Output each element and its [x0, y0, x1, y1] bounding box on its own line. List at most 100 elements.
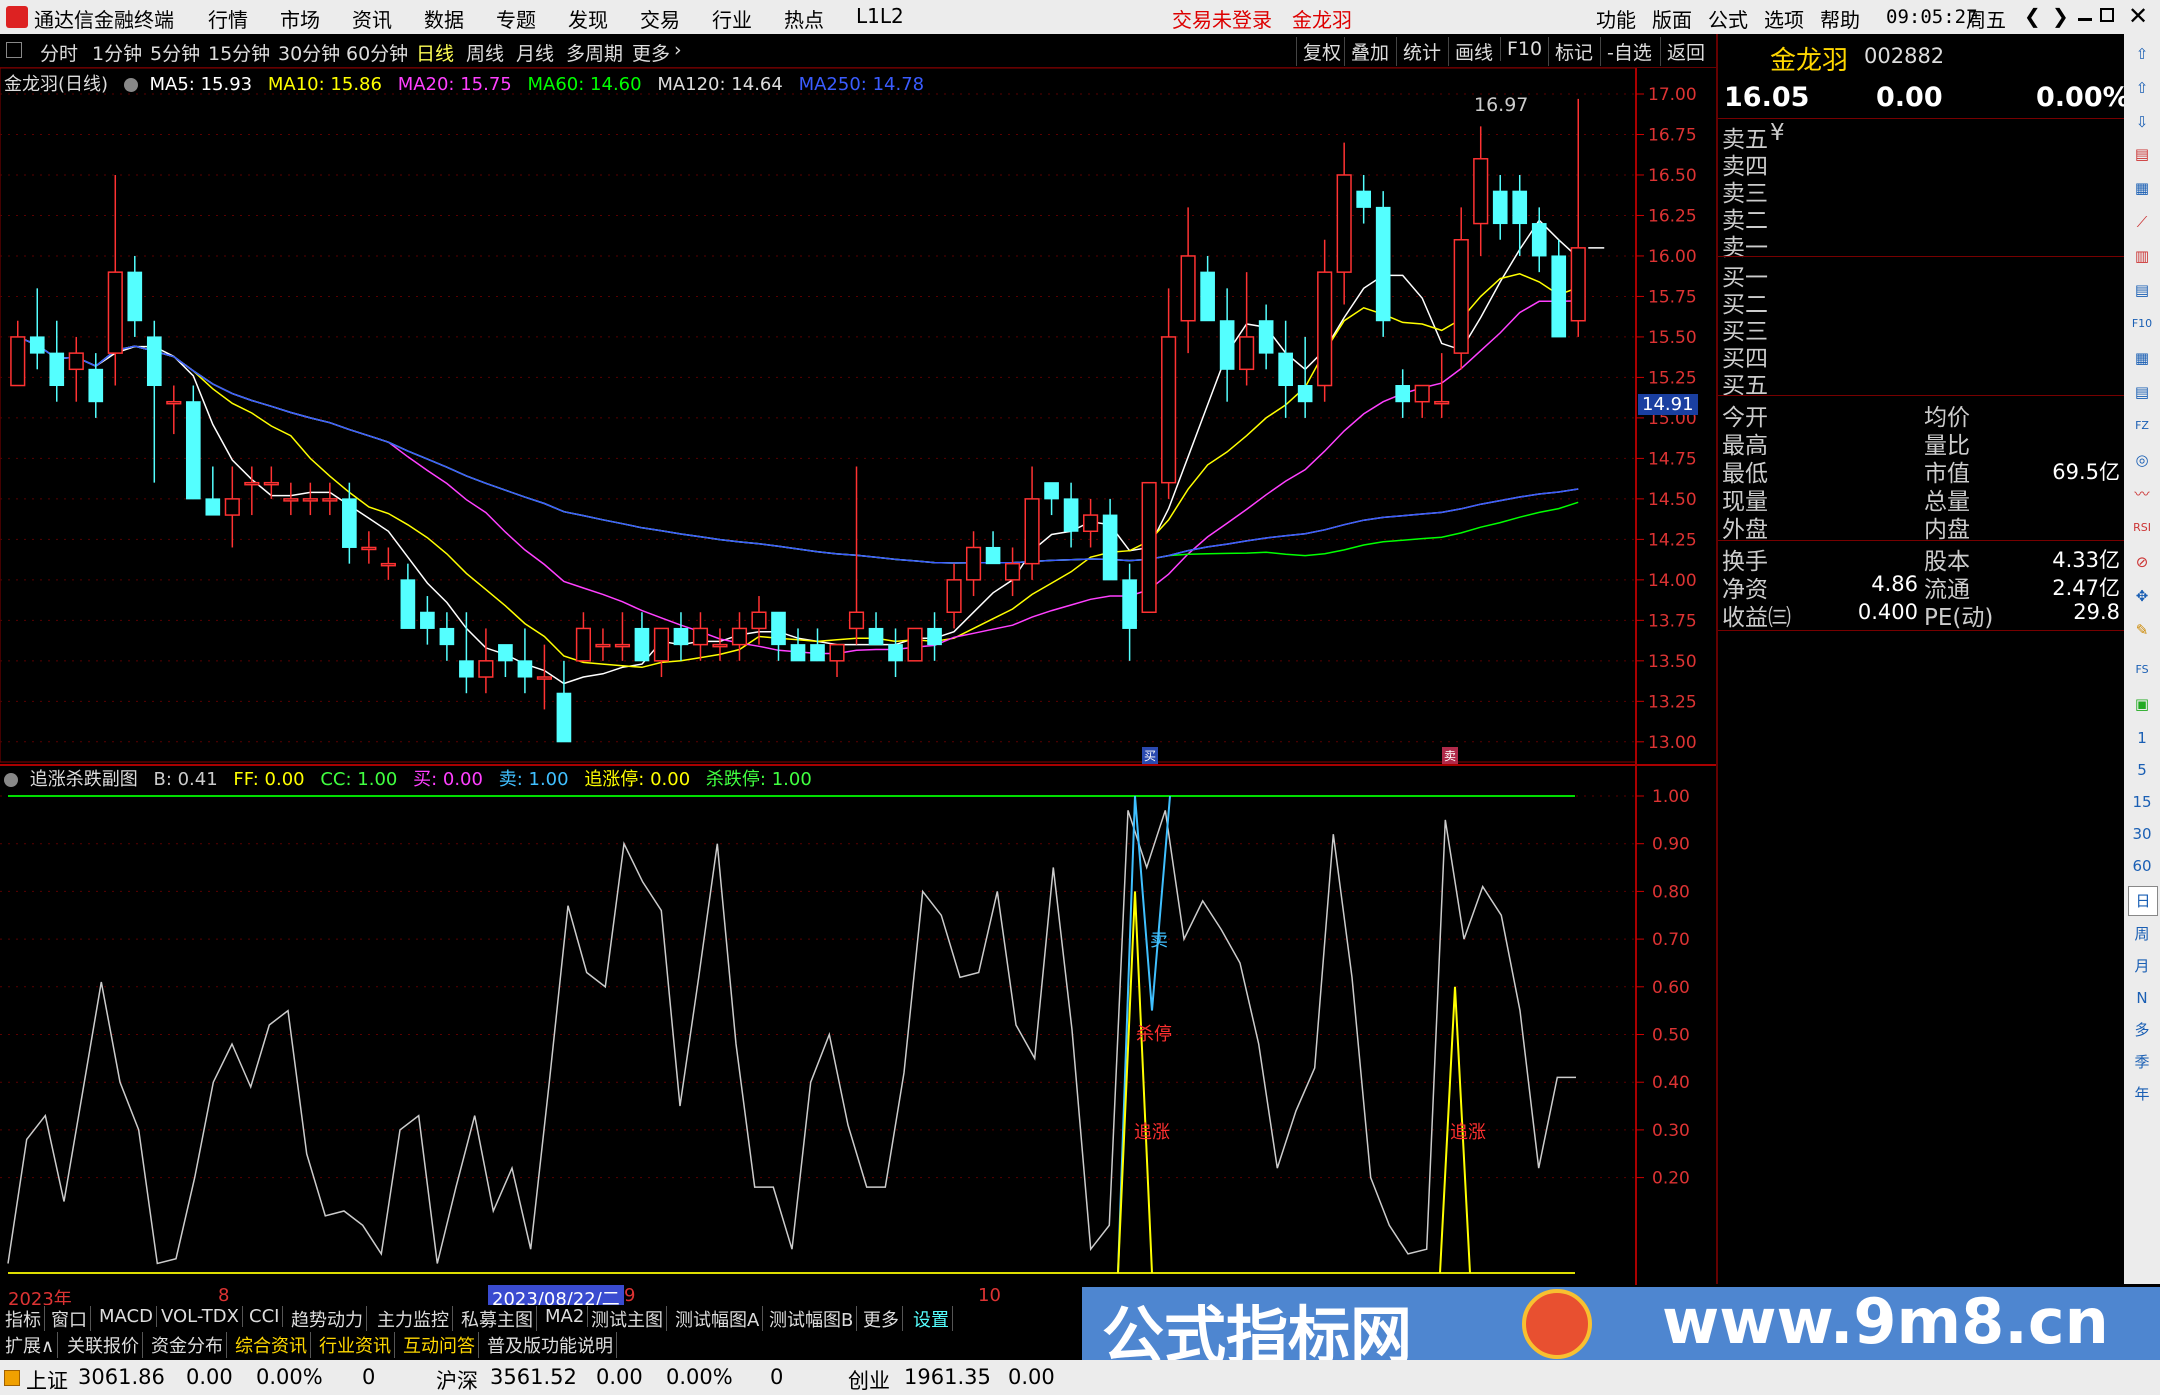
tool-self-select[interactable]: -自选 — [1600, 37, 1658, 66]
tool-overlay[interactable]: 叠加 — [1344, 37, 1395, 66]
arrow-up2-icon[interactable]: ⇧ — [2128, 74, 2156, 102]
menu-item-formula[interactable]: 公式 — [1708, 4, 1748, 33]
tool-statistics[interactable]: 统计 — [1396, 37, 1447, 66]
tool-mark[interactable]: 标记 — [1548, 37, 1599, 66]
tab-cci[interactable]: CCI — [246, 1306, 284, 1327]
login-status[interactable]: 交易未登录 — [1172, 4, 1272, 33]
tab-industry-news[interactable]: 行业资讯 — [316, 1332, 395, 1358]
nav-back-icon[interactable]: ❮ — [2024, 4, 2041, 28]
pencil-icon[interactable]: ✎ — [2128, 616, 2156, 644]
period-5[interactable]: 5 — [2128, 756, 2156, 784]
period-year[interactable]: 年 — [2128, 1080, 2156, 1108]
no-entry-icon[interactable]: ⊘ — [2128, 548, 2156, 576]
fs-icon[interactable]: FS — [2128, 656, 2156, 684]
period-tab-15min[interactable]: 15分钟 — [208, 39, 270, 66]
menu-item-data[interactable]: 数据 — [424, 4, 464, 33]
tab-test-sub-a[interactable]: 测试幅图A — [672, 1306, 764, 1332]
period-60[interactable]: 60 — [2128, 852, 2156, 880]
menu-item-topic[interactable]: 专题 — [496, 4, 536, 33]
period-month[interactable]: 月 — [2128, 952, 2156, 980]
tab-general-news[interactable]: 综合资讯 — [232, 1332, 311, 1358]
period-multi[interactable]: 多 — [2128, 1016, 2156, 1044]
chevron-right-icon[interactable]: › — [674, 39, 682, 61]
legend-settings-icon[interactable] — [123, 78, 138, 92]
index-cy-name[interactable]: 创业 — [848, 1365, 890, 1395]
tab-macd[interactable]: MACD — [96, 1306, 157, 1327]
menu-item-news[interactable]: 资讯 — [352, 4, 392, 33]
tab-window[interactable]: 窗口 — [48, 1306, 91, 1332]
arrow-up-icon[interactable]: ⇧ — [2128, 40, 2156, 68]
grid-icon[interactable]: ▦ — [2128, 344, 2156, 372]
period-tab-daily[interactable]: 日线 — [416, 39, 454, 66]
tool-restore-rights[interactable]: 复权 — [1296, 37, 1347, 66]
index-hs-name[interactable]: 沪深 — [436, 1365, 478, 1395]
menu-item-industry[interactable]: 行业 — [712, 4, 752, 33]
tab-vol-tdx[interactable]: VOL-TDX — [158, 1306, 243, 1327]
table-icon[interactable]: ▦ — [2128, 174, 2156, 202]
toolbar-collapse-icon[interactable] — [6, 42, 22, 58]
close-icon[interactable]: ✕ — [2128, 2, 2148, 30]
period-day[interactable]: 日 — [2128, 886, 2158, 916]
menu-item-l1l2[interactable]: L1L2 — [856, 4, 904, 28]
menu-item-layout[interactable]: 版面 — [1652, 4, 1692, 33]
tab-ma2[interactable]: MA2 — [542, 1306, 589, 1327]
tab-related-quote[interactable]: 关联报价 — [64, 1332, 143, 1358]
arrow-down-icon[interactable]: ⇩ — [2128, 108, 2156, 136]
restore-icon[interactable] — [2100, 8, 2114, 22]
line-chart-icon[interactable]: ⟋ — [2128, 208, 2156, 236]
menu-item-function[interactable]: 功能 — [1596, 4, 1636, 33]
kline-chart-svg[interactable]: 17.00 16.75 16.50 16.25 16.00 15.75 15.50 15.25… — [0, 68, 1716, 1285]
tab-more[interactable]: 更多 — [860, 1306, 903, 1332]
period-tab-1min[interactable]: 1分钟 — [92, 39, 142, 66]
tool-drawing[interactable]: 画线 — [1448, 37, 1499, 66]
menu-item-hot[interactable]: 热点 — [784, 4, 824, 33]
period-30[interactable]: 30 — [2128, 820, 2156, 848]
fz-icon[interactable]: FZ — [2128, 412, 2156, 440]
menu-item-trade[interactable]: 交易 — [640, 4, 680, 33]
period-week[interactable]: 周 — [2128, 920, 2156, 948]
f10-icon[interactable]: F10 — [2128, 310, 2156, 338]
tab-main-force[interactable]: 主力监控 — [374, 1306, 453, 1332]
period-tab-weekly[interactable]: 周线 — [466, 39, 504, 66]
menu-item-quotes[interactable]: 行情 — [208, 4, 248, 33]
period-tab-multi[interactable]: 多周期 — [566, 39, 623, 66]
sub-chart-expand-icon[interactable] — [4, 773, 18, 787]
menu-item-help[interactable]: 帮助 — [1820, 4, 1860, 33]
doc-icon[interactable]: ▤ — [2128, 378, 2156, 406]
menu-item-options[interactable]: 选项 — [1764, 4, 1804, 33]
tab-test-main[interactable]: 测试主图 — [588, 1306, 667, 1332]
period-quarter[interactable]: 季 — [2128, 1048, 2156, 1076]
chart-area[interactable]: 17.00 16.75 16.50 16.25 16.00 15.75 15.50 15.25… — [0, 68, 1716, 1285]
period-15[interactable]: 15 — [2128, 788, 2156, 816]
rsi-icon[interactable]: RSI — [2128, 514, 2156, 542]
kline-icon[interactable]: ▥ — [2128, 242, 2156, 270]
tab-private-main[interactable]: 私募主图 — [458, 1306, 537, 1332]
tool-f10[interactable]: F10 — [1500, 37, 1548, 61]
tab-indicator[interactable]: 指标 — [2, 1306, 45, 1332]
period-n[interactable]: N — [2128, 984, 2156, 1012]
macd-icon[interactable]: 〰 — [2128, 480, 2156, 508]
tab-qa[interactable]: 互动问答 — [400, 1332, 479, 1358]
tab-settings[interactable]: 设置 — [910, 1306, 953, 1332]
minimize-icon[interactable] — [2078, 18, 2092, 21]
tab-fund-distribution[interactable]: 资金分布 — [148, 1332, 227, 1358]
tab-standard-help[interactable]: 普及版功能说明 — [484, 1332, 617, 1358]
period-tab-60min[interactable]: 60分钟 — [346, 39, 408, 66]
index-sh-name[interactable]: 上证 — [26, 1365, 68, 1395]
period-tab-30min[interactable]: 30分钟 — [278, 39, 340, 66]
photo-icon[interactable]: ▣ — [2128, 690, 2156, 718]
tool-back[interactable]: 返回 — [1660, 37, 1711, 66]
move-icon[interactable]: ✥ — [2128, 582, 2156, 610]
period-tab-tick[interactable]: 分时 — [40, 39, 78, 66]
circle-icon[interactable]: ◎ — [2128, 446, 2156, 474]
period-tab-monthly[interactable]: 月线 — [516, 39, 554, 66]
tab-test-sub-b[interactable]: 测试幅图B — [766, 1306, 858, 1332]
tab-trend-power[interactable]: 趋势动力 — [288, 1306, 367, 1332]
menu-item-discover[interactable]: 发现 — [568, 4, 608, 33]
chart-icon[interactable]: ▤ — [2128, 140, 2156, 168]
menu-item-market[interactable]: 市场 — [280, 4, 320, 33]
period-tab-more[interactable]: 更多 — [632, 39, 670, 66]
list-icon[interactable]: ▤ — [2128, 276, 2156, 304]
nav-forward-icon[interactable]: ❯ — [2052, 4, 2069, 28]
period-tab-5min[interactable]: 5分钟 — [150, 39, 200, 66]
